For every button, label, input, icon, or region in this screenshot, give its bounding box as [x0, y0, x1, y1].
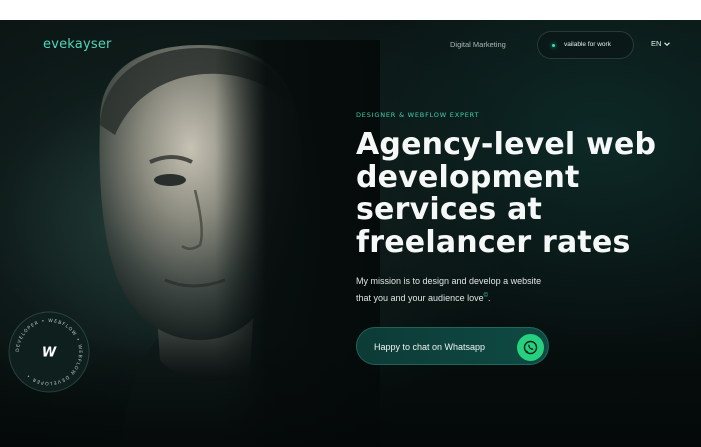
chevron-down-icon	[664, 41, 671, 46]
hero-eyebrow: DESIGNER & WEBFLOW EXPERT	[356, 111, 480, 119]
whatsapp-cta-button[interactable]: Happy to chat on Whatsapp	[356, 327, 549, 365]
availability-pill[interactable]: vailable for work	[537, 31, 634, 59]
mission-line: My mission is to design and develop a we…	[356, 276, 542, 286]
language-switcher[interactable]: EN	[651, 39, 671, 48]
page: evekayser Digital Marketing vailable for…	[0, 0, 701, 447]
headline-line: freelancer rates	[356, 224, 631, 260]
headline-line: Agency-level web	[356, 127, 657, 162]
headline-line: services at	[356, 192, 543, 227]
portrait-image	[80, 40, 380, 447]
nav-link-digital-marketing[interactable]: Digital Marketing	[450, 40, 506, 49]
webflow-developer-badge: DEVELOPER • WEBFLOW • WEBFLOW DEVELOPER …	[8, 311, 90, 393]
mission-line-text: that you and your audience love	[356, 293, 484, 303]
mission-end: .	[488, 293, 491, 303]
availability-label: vailable for work	[564, 41, 611, 48]
brand-logo[interactable]: evekayser	[43, 37, 112, 52]
hero-headline: Agency-level web development services at…	[356, 127, 686, 260]
webflow-logo-icon: W	[42, 346, 57, 361]
top-nav: evekayser Digital Marketing vailable for…	[0, 20, 701, 70]
whatsapp-icon	[517, 334, 544, 361]
hero-section: evekayser Digital Marketing vailable for…	[0, 20, 701, 447]
status-dot-icon	[552, 44, 555, 47]
mission-line: that you and your audience love©.	[356, 289, 596, 306]
headline-line: development	[356, 159, 580, 195]
mission-statement: My mission is to design and develop a we…	[356, 274, 596, 306]
language-label: EN	[651, 39, 662, 48]
cta-label: Happy to chat on Whatsapp	[374, 342, 486, 352]
svg-text:W: W	[42, 346, 57, 361]
